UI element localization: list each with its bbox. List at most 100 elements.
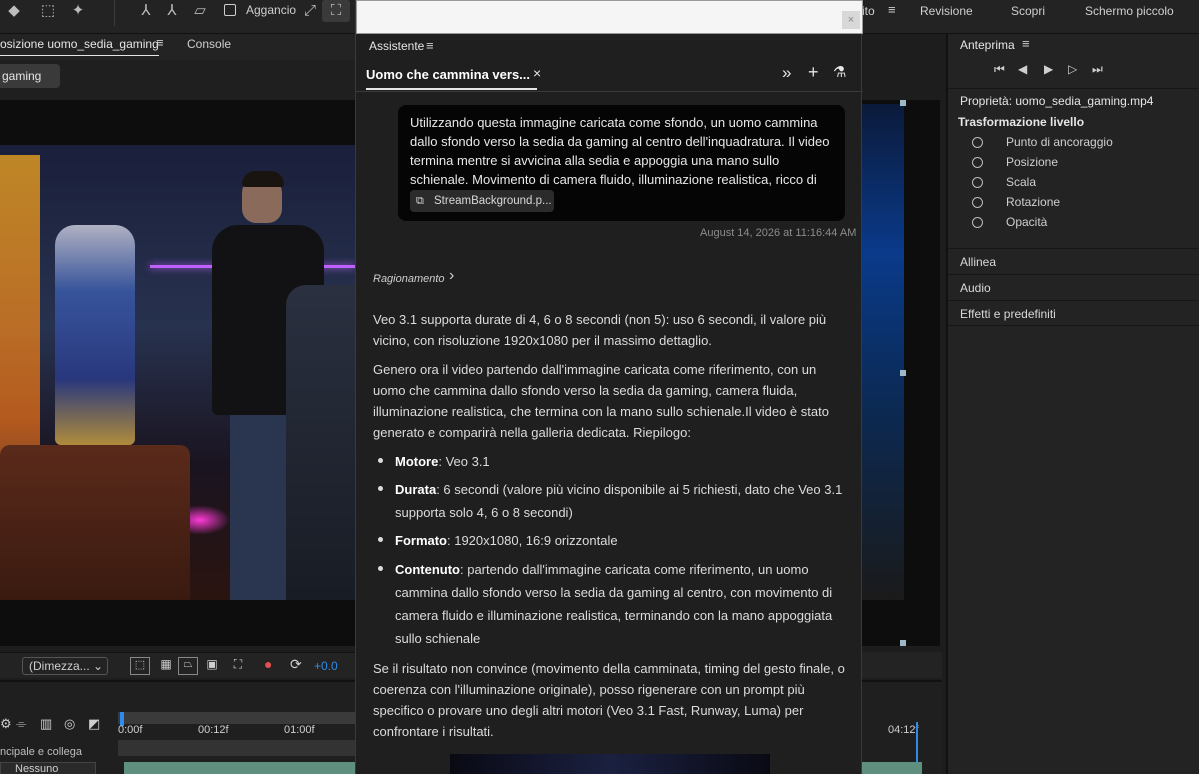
section-align[interactable]: Allinea: [948, 248, 1199, 274]
video-thumbnail[interactable]: [450, 754, 770, 774]
motion-blur-icon[interactable]: ⌯: [16, 716, 26, 732]
prop-rotation[interactable]: Rotazione: [1006, 195, 1060, 209]
preview-title: Anteprima: [960, 38, 1015, 52]
axis-world-icon[interactable]: ⅄: [132, 0, 160, 22]
layer-handle[interactable]: [900, 100, 906, 106]
previous-frame-icon[interactable]: ◀︎: [1018, 62, 1027, 76]
work-area-bar[interactable]: [118, 712, 355, 724]
list-item: Durata: 6 secondi (valore più vicino dis…: [395, 482, 843, 520]
assistant-window-titlebar[interactable]: ×: [356, 0, 863, 34]
prop-scale[interactable]: Scala: [1006, 175, 1036, 189]
tab-console[interactable]: Console: [187, 37, 231, 51]
workspace-menu-icon[interactable]: ≡: [888, 2, 896, 17]
stopwatch-icon[interactable]: [972, 157, 983, 168]
stopwatch-icon[interactable]: [972, 137, 983, 148]
section-audio[interactable]: Audio: [948, 274, 1199, 300]
reset-exposure-icon[interactable]: ⟳: [290, 656, 302, 673]
reasoning-toggle[interactable]: Ragionamento: [373, 273, 445, 285]
file-icon: ⧉: [416, 195, 424, 207]
viewer-image-right: [862, 104, 904, 600]
region-of-interest-icon[interactable]: ▣: [202, 657, 222, 675]
bullet-dot: [378, 458, 383, 463]
bullet-dot: [378, 566, 383, 571]
frame-blending-icon[interactable]: ▥: [40, 716, 52, 732]
message-timestamp: August 14, 2026 at 11:16:44 AM: [700, 227, 857, 239]
composition-flow-tab[interactable]: gaming: [0, 64, 60, 88]
tab-composition[interactable]: osizione uomo_sedia_gaming: [0, 37, 159, 56]
shy-icon[interactable]: ⚙: [0, 716, 12, 732]
time-tick: 01:00f: [284, 724, 315, 736]
preview-menu-icon[interactable]: ≡: [1022, 36, 1030, 51]
parent-link-header: ncipale e collega: [0, 746, 82, 758]
exposure-value[interactable]: +0.0: [314, 659, 338, 673]
assistant-menu-icon[interactable]: ≡: [426, 38, 434, 53]
play-icon[interactable]: ▶: [1044, 62, 1053, 76]
axis-view-icon[interactable]: ▱: [186, 0, 214, 22]
axis-local-icon[interactable]: ⅄: [158, 0, 186, 22]
close-window-icon[interactable]: ×: [842, 11, 860, 29]
timeline-panel: ⚙ ⌯ ▥ ◎ ◩ 0:00f 00:12f 01:00f ncipale e …: [0, 680, 355, 774]
snap-grid-icon[interactable]: ⛶: [322, 0, 350, 22]
close-tab-icon[interactable]: ×: [533, 65, 541, 81]
new-chat-icon[interactable]: +: [808, 62, 819, 83]
render-icon[interactable]: ◩: [88, 716, 100, 732]
properties-title: Proprietà: uomo_sedia_gaming.mp4: [960, 94, 1154, 108]
prop-anchor-point[interactable]: Punto di ancoraggio: [1006, 135, 1113, 149]
layer-duration-bar[interactable]: [862, 762, 922, 774]
section-effects[interactable]: Effetti e predefiniti: [948, 300, 1199, 326]
bullet-dot: [378, 537, 383, 542]
list-item: Formato: 1920x1080, 16:9 orizzontale: [395, 533, 618, 548]
expand-icon[interactable]: »: [782, 63, 791, 83]
layer-duration-bar[interactable]: [124, 762, 355, 774]
time-tick: 04:12f: [888, 724, 919, 736]
last-frame-icon[interactable]: ⏭: [1092, 62, 1103, 77]
attachment-chip[interactable]: ⧉ StreamBackground.p...: [410, 190, 554, 212]
transform-heading: Trasformazione livello: [958, 115, 1085, 129]
response-paragraph: Veo 3.1 supporta durate di 4, 6 o 8 seco…: [373, 312, 827, 348]
graph-editor-icon[interactable]: ◎: [64, 716, 75, 732]
tab-menu-icon[interactable]: ≡: [156, 35, 164, 50]
channels-icon[interactable]: ●: [264, 656, 272, 672]
resolution-dropdown[interactable]: (Dimezza... ⌄: [22, 657, 108, 675]
snap-checkbox[interactable]: [224, 4, 236, 16]
layer-bar[interactable]: [118, 740, 355, 756]
parent-dropdown[interactable]: Nessuno: [0, 762, 96, 774]
stopwatch-icon[interactable]: [972, 177, 983, 188]
toolbar-divider: [114, 0, 115, 26]
assistant-title: Assistente: [369, 39, 425, 53]
eraser-icon[interactable]: ◆: [0, 0, 28, 22]
chevron-right-icon[interactable]: ›: [449, 267, 454, 285]
stopwatch-icon[interactable]: [972, 217, 983, 228]
puppet-pin-icon[interactable]: ✦: [64, 0, 92, 22]
fast-previews-icon[interactable]: ⬚: [130, 657, 150, 675]
chevron-down-icon: ⌄: [92, 659, 103, 673]
transparency-grid-icon[interactable]: ▦: [156, 657, 176, 675]
response-paragraph: Genero ora il video partendo dall'immagi…: [373, 362, 829, 440]
next-frame-icon[interactable]: ▷: [1068, 62, 1077, 76]
bullet-dot: [378, 486, 383, 491]
mask-visibility-icon[interactable]: ⏢: [178, 657, 198, 675]
layer-handle[interactable]: [900, 370, 906, 376]
workspace-small-screen[interactable]: Schermo piccolo: [1085, 4, 1174, 18]
conversation-tab[interactable]: Uomo che cammina vers...: [366, 67, 538, 90]
assistant-header: Assistente ≡: [356, 34, 863, 58]
workspace-default[interactable]: ito: [862, 4, 875, 18]
prop-opacity[interactable]: Opacità: [1006, 215, 1047, 229]
list-item: Contenuto: partendo dall'immagine carica…: [395, 562, 833, 646]
viewer-controls: (Dimezza... ⌄ ⬚ ▦ ⏢ ▣ ⛶ ● ⟳ +0.0: [0, 652, 355, 678]
labs-flask-icon[interactable]: ⚗: [833, 63, 846, 81]
prop-position[interactable]: Posizione: [1006, 155, 1058, 169]
first-frame-icon[interactable]: ⏮: [994, 62, 1005, 77]
workspace-learn[interactable]: Scopri: [1011, 4, 1045, 18]
roto-brush-icon[interactable]: ⬚: [34, 0, 62, 22]
viewer-controls-right: [862, 652, 942, 678]
time-tick: 00:12f: [198, 724, 229, 736]
stopwatch-icon[interactable]: [972, 197, 983, 208]
assistant-panel: × Assistente ≡ Uomo che cammina vers... …: [355, 0, 863, 774]
response-paragraph: Se il risultato non convince (movimento …: [373, 661, 845, 739]
layer-handle[interactable]: [900, 640, 906, 646]
snapshot-icon[interactable]: ⛶: [228, 657, 248, 675]
time-tick: 0:00f: [118, 724, 143, 736]
workspace-review[interactable]: Revisione: [920, 4, 973, 18]
snap-edges-icon[interactable]: ⤢: [296, 0, 324, 22]
